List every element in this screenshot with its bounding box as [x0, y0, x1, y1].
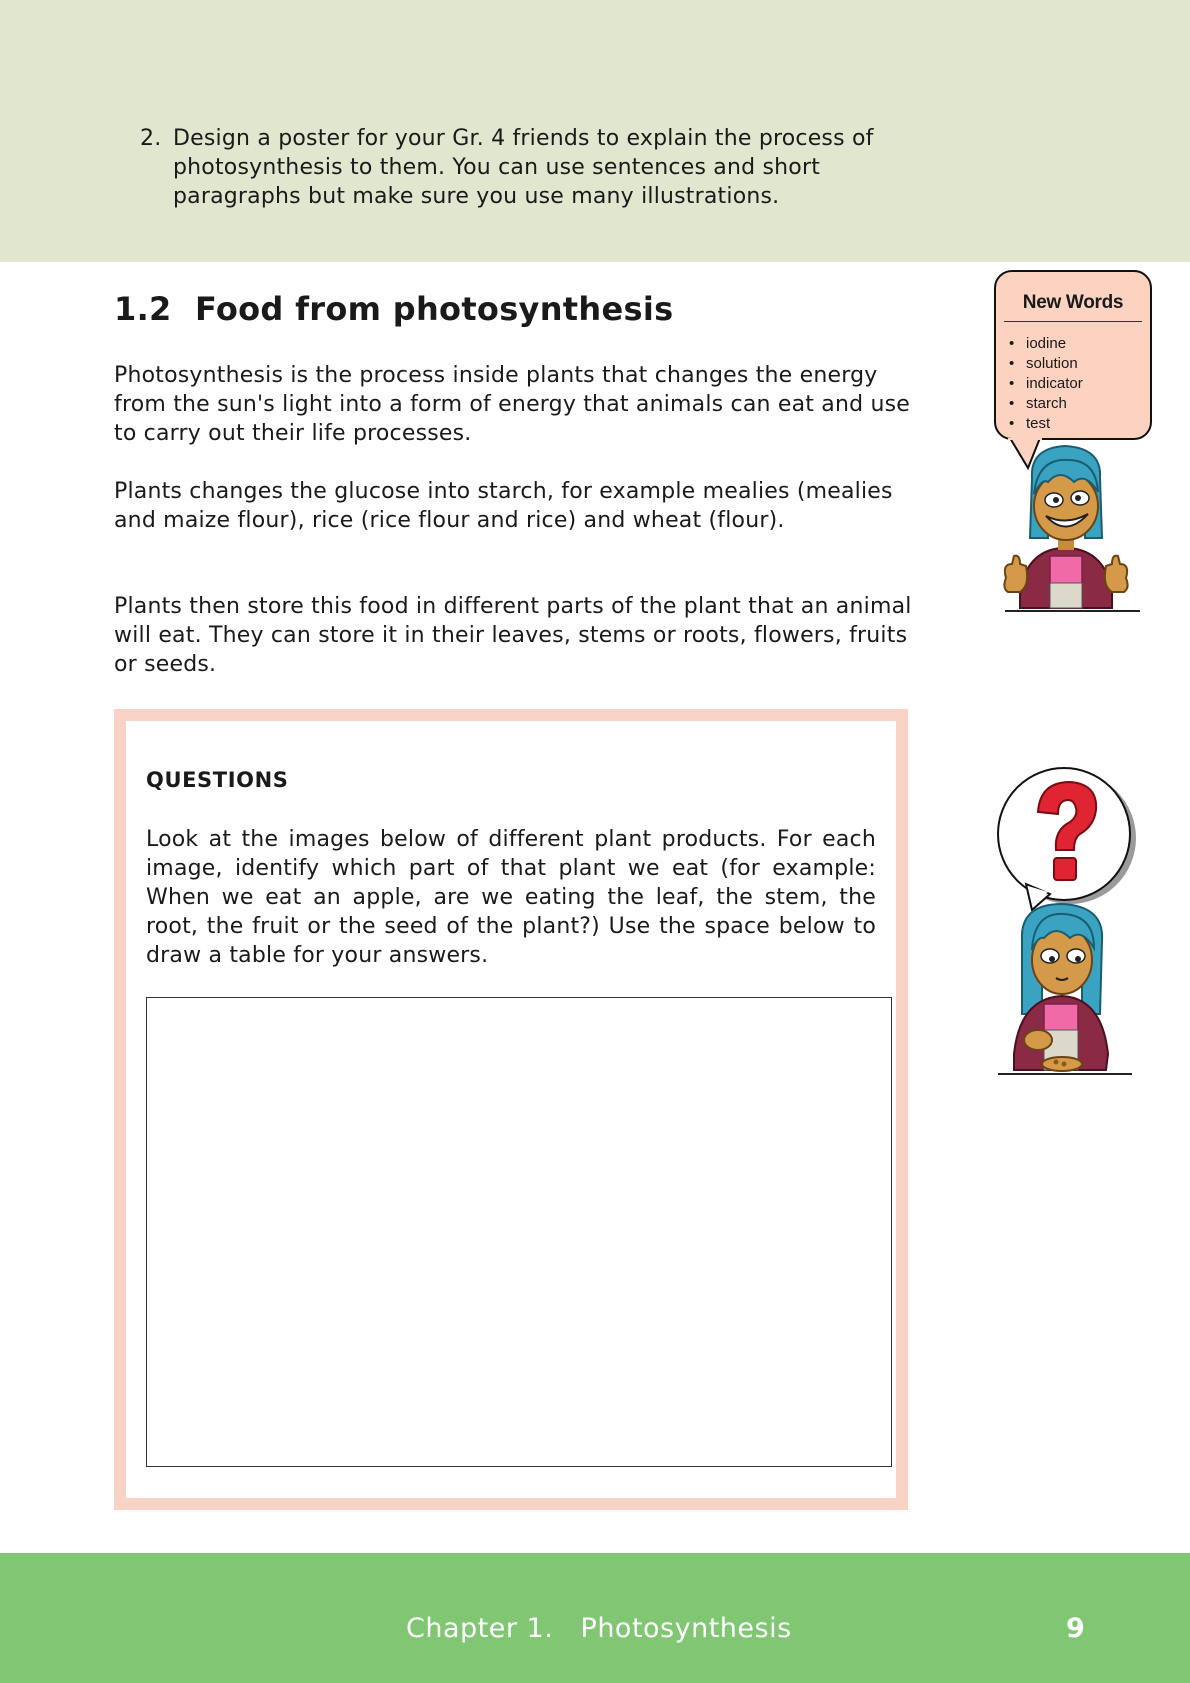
new-word-item: iodine: [1009, 334, 1150, 354]
girl-thumbs-up-icon: [1003, 438, 1140, 612]
section-title: Food from photosynthesis: [195, 290, 674, 328]
new-word-item: starch: [1009, 394, 1150, 414]
new-word-item: solution: [1009, 354, 1150, 374]
questions-title: QUESTIONS: [146, 768, 289, 792]
new-words-list: iodine solution indicator starch test: [996, 334, 1150, 434]
questions-text: Look at the images below of different pl…: [146, 827, 876, 968]
section-heading: 1.2 Food from photosynthesis: [114, 290, 673, 328]
answer-table-area[interactable]: [146, 997, 892, 1467]
paragraph-storage: Plants then store this food in different…: [114, 594, 912, 677]
new-words-divider: [1004, 321, 1142, 322]
top-activity-band: 2. Design a poster for your Gr. 4 friend…: [0, 0, 1190, 262]
footer-band: Chapter 1. Photosynthesis 9: [0, 1553, 1190, 1683]
task-item: 2. Design a poster for your Gr. 4 friend…: [140, 124, 900, 211]
section-number: 1.2: [114, 290, 172, 328]
paragraph-photosynthesis: Photosynthesis is the process inside pla…: [114, 363, 910, 446]
task-text: Design a poster for your Gr. 4 friends t…: [173, 126, 874, 209]
page-number: 9: [1066, 1613, 1085, 1644]
task-number: 2.: [140, 126, 162, 151]
footer-chapter-title: Chapter 1. Photosynthesis: [406, 1613, 792, 1644]
paragraph-starch: Plants changes the glucose into starch, …: [114, 479, 893, 533]
girl-question-mark-icon: [997, 767, 1136, 1075]
new-words-bubble: New Words iodine solution indicator star…: [994, 270, 1152, 440]
new-word-item: test: [1009, 414, 1150, 434]
new-word-item: indicator: [1009, 374, 1150, 394]
questions-box: QUESTIONS Look at the images below of di…: [114, 709, 908, 1510]
new-words-title: New Words: [1022, 292, 1124, 313]
